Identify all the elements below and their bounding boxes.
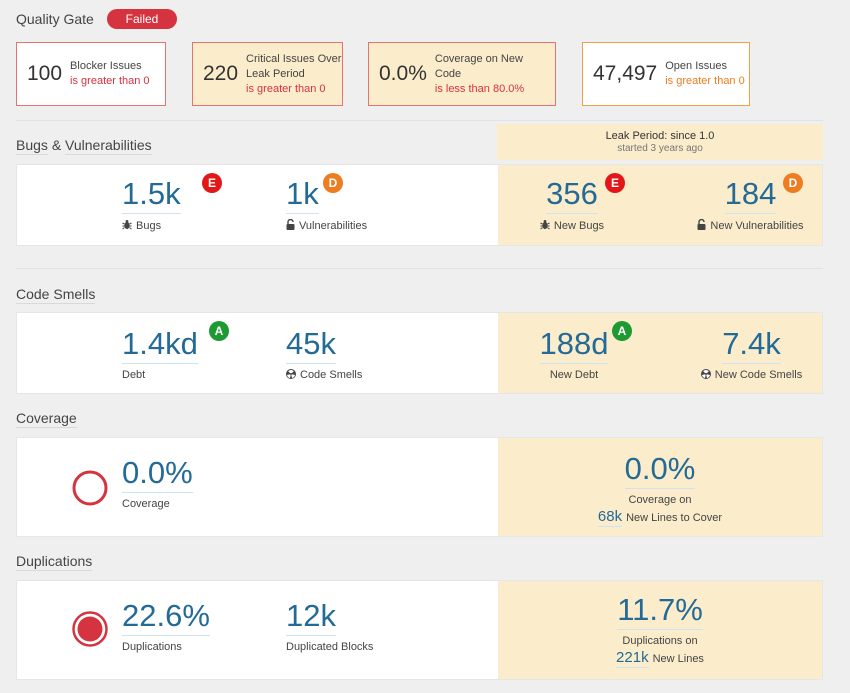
section-title-duplications: Duplications [16,553,93,571]
new-vulnerabilities-value[interactable]: 184 [724,177,777,214]
coverage-panel: 0.0% Coverage 0.0% Coverage on 68k New Li… [16,437,823,537]
duplications-panel: 22.6% Duplications 12k Duplicated Blocks… [16,580,823,680]
bugs-value[interactable]: 1.5k [122,177,181,214]
new-bugs-label: New Bugs [553,220,605,232]
vulnerabilities-link[interactable]: Vulnerabilities [65,137,152,155]
metric-new-coverage: 0.0% Coverage on 68k New Lines to Cover [580,452,740,527]
leak-period-title: Leak Period: since 1.0 [605,130,715,142]
debt-label: Debt [122,369,146,381]
condition-operator: is greater than 0 [665,75,745,87]
bugs-link[interactable]: Bugs [16,137,48,155]
radiation-icon [700,369,711,382]
leak-period-header: Leak Period: since 1.0 started 3 years a… [497,124,823,160]
condition-operator: is less than 80.0% [434,82,525,95]
metric-new-code-smells: 7.4k New Code Smells [694,327,809,382]
divider [16,120,823,121]
metric-duplicated-blocks: 12k Duplicated Blocks [286,599,373,653]
condition-label: Blocker Issues [70,60,142,72]
new-bugs-value[interactable]: 356 [546,177,598,214]
vulnerabilities-value[interactable]: 1k [286,177,319,214]
new-vulnerabilities-rating[interactable]: D [783,173,803,193]
condition-value[interactable]: 0.0% [379,62,427,86]
new-debt-rating[interactable]: A [612,321,632,341]
condition-operator: is greater than 0 [70,75,150,87]
quality-gate-status-badge: Failed [107,9,177,29]
new-duplications-value[interactable]: 11.7% [617,593,703,630]
new-debt-label: New Debt [549,369,599,381]
new-bugs-rating[interactable]: E [605,173,625,193]
code-smells-panel: 1.4kd Debt A 45k Code Smells 188d New De… [16,312,823,394]
condition-coverage-new-code[interactable]: 0.0% Coverage on New Code is less than 8… [368,42,556,106]
lock-icon [697,218,706,233]
section-title-bugs-vulnerabilities: Bugs & Vulnerabilities [16,137,152,155]
duplications-value[interactable]: 22.6% [122,599,210,636]
lock-icon [286,218,295,233]
debt-rating[interactable]: A [209,321,229,341]
condition-value[interactable]: 100 [27,62,62,86]
new-lines-value[interactable]: 221k [616,649,649,668]
code-smells-link[interactable]: Code Smells [16,286,96,304]
duplications-link[interactable]: Duplications [16,553,93,571]
metric-duplications: 22.6% Duplications [122,599,210,653]
code-smells-value[interactable]: 45k [286,327,336,364]
bug-icon [122,219,132,233]
new-duplications-label: Duplications on [622,635,698,647]
condition-label: Coverage on New Code [434,52,523,80]
condition-value[interactable]: 47,497 [593,62,657,86]
debt-value[interactable]: 1.4kd [122,327,198,364]
divider [16,268,823,269]
duplicated-blocks-value[interactable]: 12k [286,599,336,636]
metric-debt: 1.4kd Debt A [122,321,229,381]
radiation-icon [286,369,296,382]
new-lines-label: New Lines [652,653,704,665]
duplications-bubble-icon [72,611,108,652]
metric-new-bugs: 356 New Bugs E [537,173,625,233]
section-title-code-smells: Code Smells [16,286,96,304]
new-code-smells-label: New Code Smells [714,369,803,381]
bugs-rating[interactable]: E [202,173,222,193]
condition-critical-issues[interactable]: 220 Critical Issues Over Leak Period is … [192,42,343,106]
quality-gate-title: Quality Gate [16,11,94,27]
coverage-donut-icon [72,470,108,511]
condition-label: Critical Issues Over Leak Period [246,52,342,80]
duplicated-blocks-label: Duplicated Blocks [286,641,374,653]
ampersand: & [51,137,62,153]
duplications-label: Duplications [122,641,182,653]
coverage-link[interactable]: Coverage [16,410,77,428]
condition-blocker-issues[interactable]: 100 Blocker Issues is greater than 0 [16,42,166,106]
code-smells-label: Code Smells [300,369,363,381]
metric-bugs: 1.5k Bugs E [122,173,222,233]
new-debt-value[interactable]: 188d [539,327,609,364]
metric-coverage: 0.0% Coverage [122,456,193,510]
bugs-vulnerabilities-panel: 1.5k Bugs E 1k Vulnerabilities D 356 New… [16,164,823,246]
new-vulnerabilities-label: New Vulnerabilities [710,220,804,232]
condition-value[interactable]: 220 [203,62,238,86]
new-coverage-value[interactable]: 0.0% [624,452,696,489]
condition-operator: is greater than 0 [246,82,326,95]
metric-new-duplications: 11.7% Duplications on 221k New Lines [580,593,740,668]
new-lines-to-cover-value[interactable]: 68k [597,508,623,527]
condition-label: Open Issues [665,60,727,72]
new-code-smells-value[interactable]: 7.4k [722,327,781,364]
metric-code-smells: 45k Code Smells [286,327,362,382]
bugs-label: Bugs [136,220,162,232]
new-lines-to-cover-label: New Lines to Cover [626,512,723,524]
section-title-coverage: Coverage [16,410,77,428]
metric-new-debt: 188d New Debt A [534,321,632,381]
vulnerabilities-rating[interactable]: D [323,173,343,193]
metric-vulnerabilities: 1k Vulnerabilities D [286,173,368,233]
metric-new-vulnerabilities: 184 New Vulnerabilities D [693,173,808,233]
vulnerabilities-label: Vulnerabilities [299,220,368,232]
coverage-value[interactable]: 0.0% [122,456,193,493]
condition-open-issues[interactable]: 47,497 Open Issues is greater than 0 [582,42,750,106]
new-coverage-label: Coverage on [628,494,692,506]
bug-icon [540,219,550,233]
leak-period-subtitle: started 3 years ago [617,143,703,154]
coverage-label: Coverage [122,498,170,510]
